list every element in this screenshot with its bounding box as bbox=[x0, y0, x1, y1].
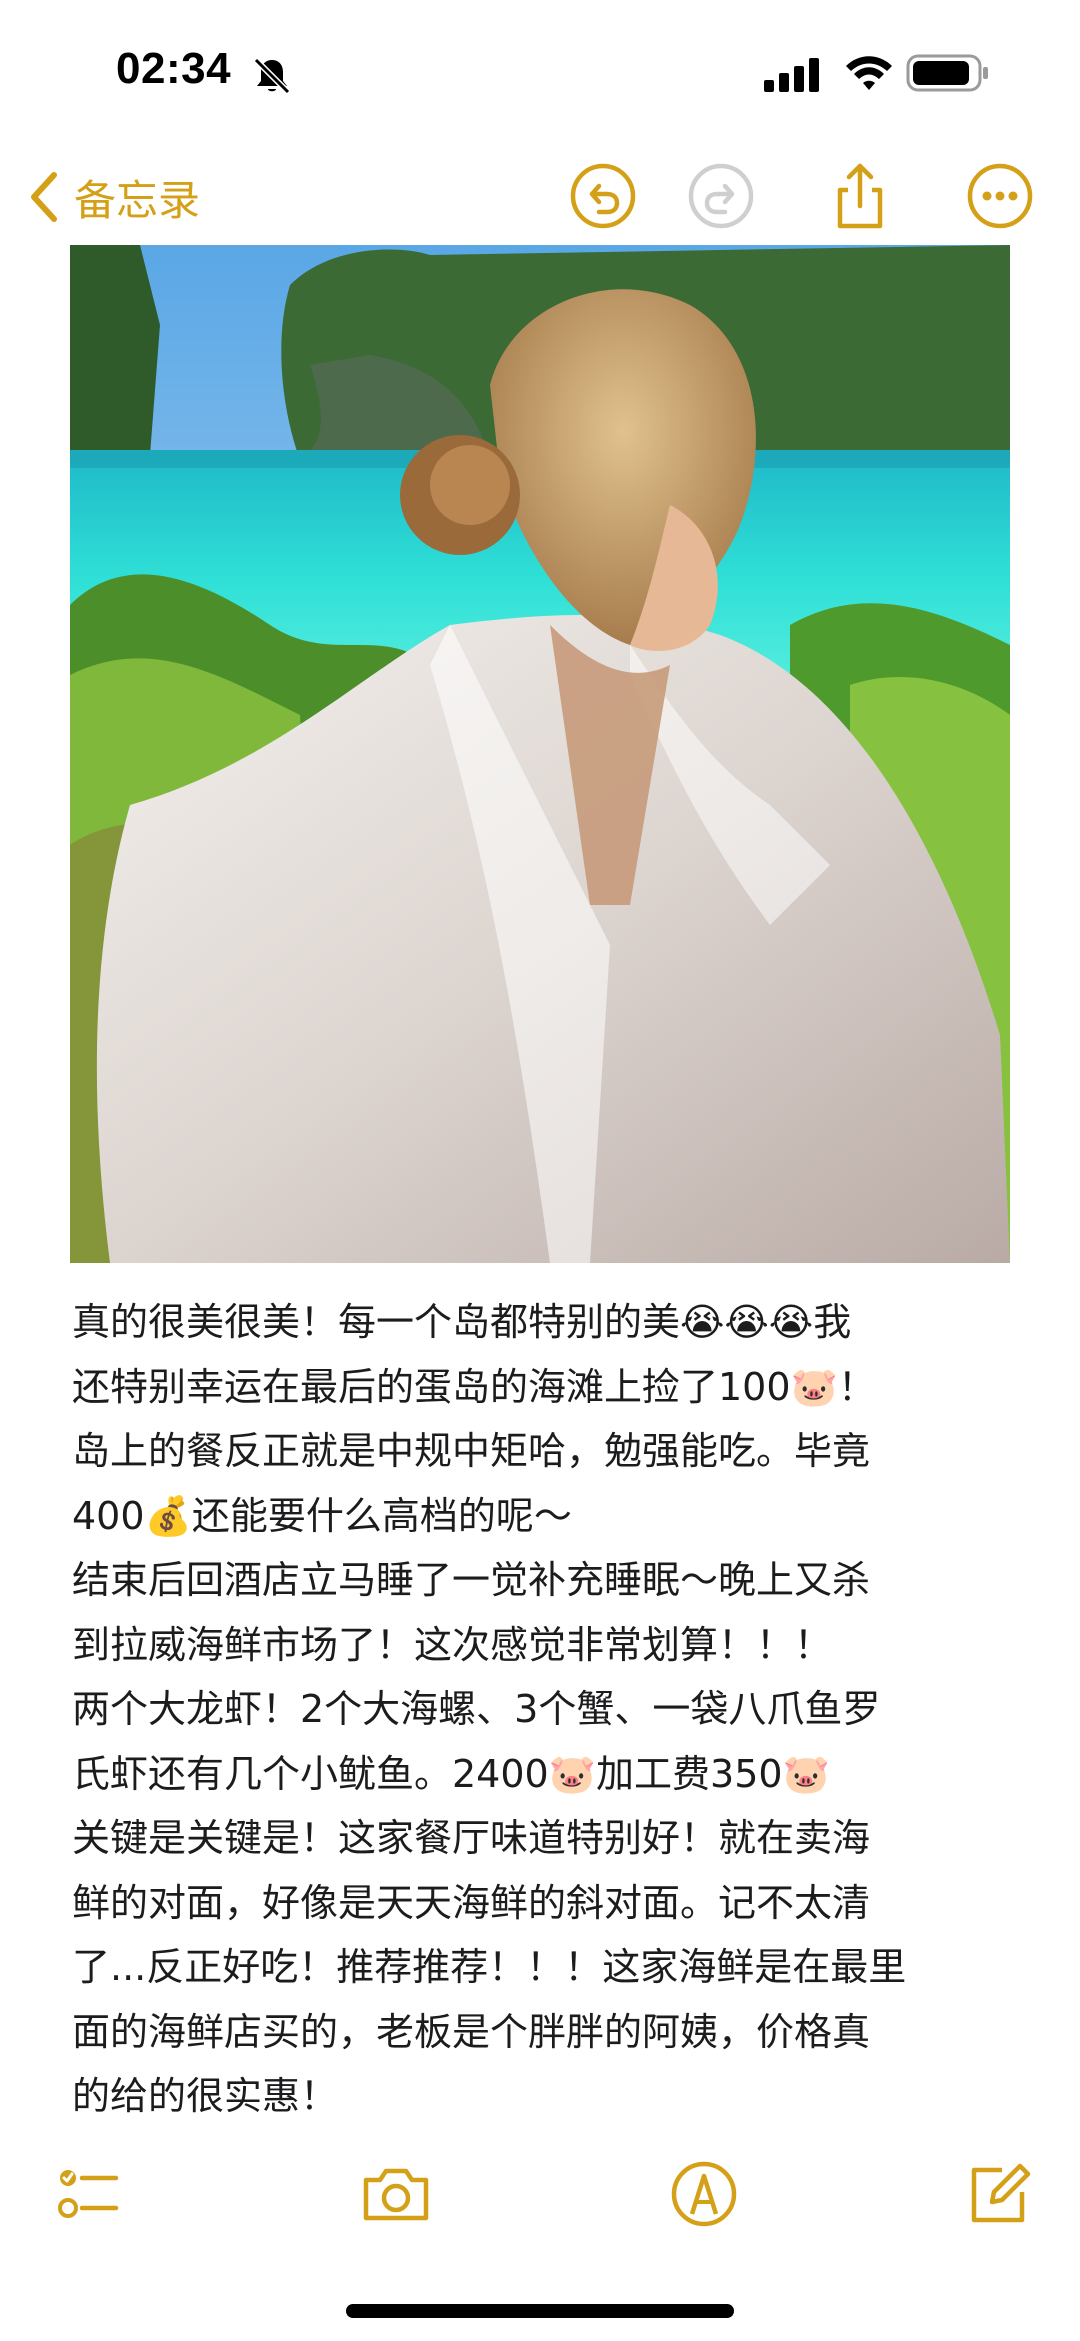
note-line-5: 结束后回酒店立马睡了一觉补充睡眠～晚上又杀 bbox=[72, 1558, 871, 1602]
bottom-toolbar bbox=[0, 2150, 1080, 2250]
home-indicator[interactable] bbox=[346, 2304, 734, 2318]
cellular-signal-icon bbox=[764, 58, 819, 92]
undo-icon[interactable] bbox=[567, 160, 639, 232]
markup-icon[interactable] bbox=[668, 2158, 740, 2230]
chevron-left-icon bbox=[31, 172, 57, 222]
note-body[interactable]: 真的很美很美！每一个岛都特别的美😭😭😭我 还特别幸运在最后的蛋岛的海滩上捡了10… bbox=[72, 1290, 1012, 2129]
note-line-2: 还特别幸运在最后的蛋岛的海滩上捡了100🐷！ bbox=[72, 1364, 876, 1409]
bell-slash-icon bbox=[253, 57, 291, 95]
note-line-4: 400💰还能要什么高档的呢～ bbox=[72, 1493, 572, 1538]
more-icon[interactable] bbox=[964, 160, 1036, 232]
photo-woman-on-beach[interactable] bbox=[70, 245, 1010, 1263]
nav-bar: 备忘录 bbox=[0, 150, 1080, 242]
note-line-3: 岛上的餐反正就是中规中矩哈，勉强能吃。毕竟 bbox=[72, 1429, 871, 1473]
note-line-9: 关键是关键是！这家餐厅味道特别好！就在卖海 bbox=[72, 1816, 871, 1860]
camera-icon[interactable] bbox=[360, 2158, 432, 2230]
note-line-7: 两个大龙虾！2个大海螺、3个蟹、一袋八爪鱼罗 bbox=[72, 1687, 881, 1731]
note-line-1: 真的很美很美！每一个岛都特别的美😭😭😭我 bbox=[72, 1300, 852, 1344]
wifi-icon bbox=[846, 56, 892, 90]
note-line-11: 了...反正好吃！推荐推荐！！！这家海鲜是在最里 bbox=[72, 1945, 907, 1989]
compose-icon[interactable] bbox=[962, 2158, 1034, 2230]
checklist-icon[interactable] bbox=[52, 2158, 124, 2230]
photo-illustration bbox=[70, 245, 1010, 1263]
battery-icon bbox=[906, 54, 988, 92]
note-line-12: 面的海鲜店买的，老板是个胖胖的阿姨，价格真 bbox=[72, 2009, 871, 2054]
note-line-10: 鲜的对面，好像是天天海鲜的斜对面。记不太清 bbox=[72, 1880, 871, 1925]
status-bar: 02:34 bbox=[0, 0, 1080, 150]
back-button[interactable]: 备忘录 bbox=[28, 162, 200, 232]
share-icon[interactable] bbox=[824, 160, 896, 232]
note-line-6: 到拉威海鲜市场了！这次感觉非常划算！！！ bbox=[72, 1622, 833, 1667]
note-line-13: 的给的很实惠！ bbox=[72, 2074, 339, 2118]
redo-icon[interactable] bbox=[685, 160, 757, 232]
note-line-8: 氏虾还有几个小鱿鱼。2400🐷加工费350🐷 bbox=[72, 1751, 830, 1796]
status-time: 02:34 bbox=[116, 44, 232, 93]
back-label: 备忘录 bbox=[74, 175, 201, 225]
